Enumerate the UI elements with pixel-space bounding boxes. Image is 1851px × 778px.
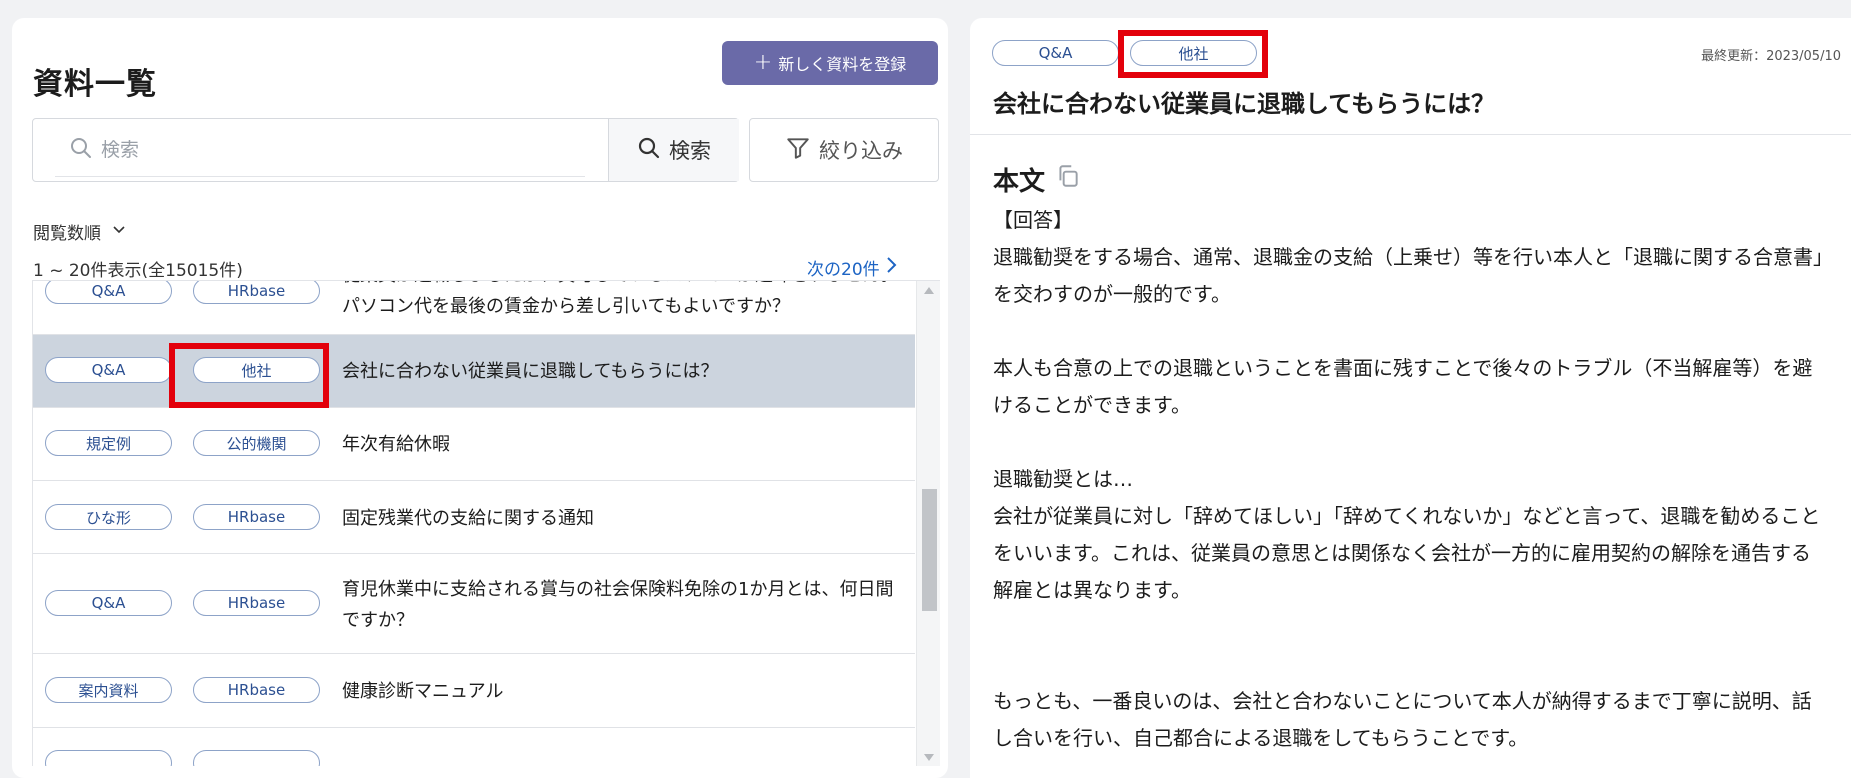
document-detail-panel: Q&A 他社 最終更新：2023/05/10 会社に合わない従業員に退職してもら…: [970, 18, 1851, 778]
last-updated: 最終更新：2023/05/10: [1701, 49, 1841, 64]
sort-dropdown[interactable]: 閲覧数順: [33, 219, 127, 244]
list-item[interactable]: ひな形 HRbase 固定残業代の支給に関する通知: [33, 481, 915, 554]
header-divider: [970, 134, 1851, 135]
document-list: Q&A HRbase 従業員が退職しましたが、貸与しているパソコンが返却されませ…: [32, 280, 940, 766]
filter-icon: [785, 135, 811, 166]
scroll-up-arrow-icon[interactable]: [924, 287, 934, 294]
next-page-link[interactable]: 次の20件: [807, 255, 898, 280]
body-heading-row: 本文: [993, 161, 1081, 198]
category-tag: [45, 750, 172, 766]
search-icon: [637, 136, 661, 165]
source-tag: HRbase: [193, 590, 320, 616]
search-bar: 検索: [32, 118, 739, 182]
body-text: 【回答】 退職勧奨をする場合、通常、退職金の支給（上乗せ）等を行い本人と「退職に…: [993, 208, 1823, 750]
category-tag: 規定例: [45, 430, 172, 456]
list-item-selected[interactable]: Q&A 他社 会社に合わない従業員に退職してもらうには？: [33, 335, 915, 408]
detail-source-tag: 他社: [1130, 40, 1257, 66]
category-tag: Q&A: [45, 357, 172, 383]
filter-button[interactable]: 絞り込み: [749, 118, 939, 182]
list-item[interactable]: Q&A HRbase 育児休業中に支給される賞与の社会保険料免除の1か月とは、何…: [33, 554, 915, 654]
list-item-title: 年次有給休暇: [342, 434, 450, 455]
source-tag: HRbase: [193, 281, 320, 304]
source-tag: 他社: [193, 357, 320, 383]
search-button-label: 検索: [669, 139, 711, 163]
category-tag: ひな形: [45, 504, 172, 530]
search-field: [55, 123, 585, 177]
list-item[interactable]: 規定例 公的機関 年次有給休暇: [33, 408, 915, 481]
page-title: 資料一覧: [33, 67, 157, 102]
copy-icon[interactable]: [1055, 163, 1081, 196]
detail-category-tag: Q&A: [992, 40, 1119, 66]
scroll-thumb[interactable]: [922, 489, 937, 611]
sort-label: 閲覧数順: [33, 224, 101, 244]
category-tag: 案内資料: [45, 677, 172, 703]
new-document-button-label: 新しく資料を登録: [778, 55, 907, 74]
search-button[interactable]: 検索: [608, 119, 739, 181]
chevron-right-icon: [884, 256, 898, 279]
next-page-label: 次の20件: [807, 260, 880, 280]
plus-icon: +: [753, 50, 773, 75]
search-icon: [69, 136, 93, 164]
search-input[interactable]: [101, 138, 551, 161]
source-tag: HRbase: [193, 677, 320, 703]
source-tag: HRbase: [193, 504, 320, 530]
category-tag: Q&A: [45, 281, 172, 304]
body-heading: 本文: [993, 167, 1046, 197]
detail-title: 会社に合わない従業員に退職してもらうには？: [993, 90, 1496, 118]
list-item[interactable]: 案内資料 HRbase 健康診断マニュアル: [33, 654, 915, 728]
filter-button-label: 絞り込み: [819, 139, 903, 163]
document-list-panel: 資料一覧 + 新しく資料を登録 検索 絞り込み 閲覧数順 1 ~ 20件表示(全: [12, 18, 948, 778]
list-item[interactable]: [33, 728, 915, 766]
category-tag: Q&A: [45, 590, 172, 616]
scroll-down-arrow-icon[interactable]: [924, 754, 934, 761]
list-item-title: 育児休業中に支給される賞与の社会保険料免除の1か月とは、何日間ですか？: [342, 579, 894, 631]
chevron-down-icon: [111, 221, 127, 242]
source-tag: 公的機関: [193, 430, 320, 456]
list-item-title: 従業員が退職しましたが、貸与しているパソコンが返却されません。パソコン代を最後の…: [342, 281, 899, 317]
result-count: 1 ~ 20件表示(全15015件): [33, 261, 243, 281]
list-item-title: 会社に合わない従業員に退職してもらうには？: [342, 361, 719, 382]
list-item[interactable]: Q&A HRbase 従業員が退職しましたが、貸与しているパソコンが返却されませ…: [33, 281, 915, 335]
list-item-title: 健康診断マニュアル: [342, 681, 504, 702]
new-document-button[interactable]: + 新しく資料を登録: [722, 41, 938, 85]
list-item-title: 固定残業代の支給に関する通知: [342, 508, 594, 529]
list-scrollbar[interactable]: [916, 281, 940, 766]
source-tag: [193, 750, 320, 766]
